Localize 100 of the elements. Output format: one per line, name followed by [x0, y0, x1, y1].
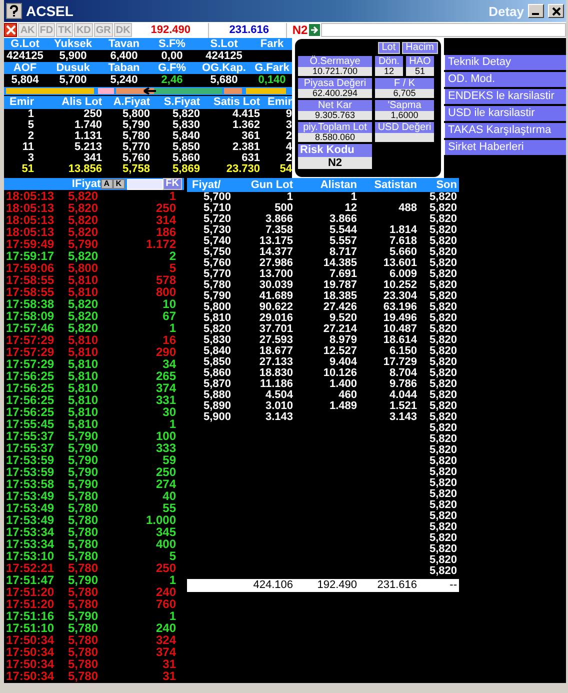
trade-lot: 240: [154, 586, 176, 598]
trade-price: 5,800: [68, 262, 100, 274]
table-cell-text: 361: [240, 131, 260, 142]
table-cell-text: 5,790: [121, 120, 150, 131]
total-cell-text: 192.490: [316, 579, 357, 592]
trade-time: 17:53:58: [6, 478, 56, 490]
column-header[interactable]: Gun Lot: [231, 178, 293, 192]
table-cell-text: 5,820: [428, 566, 457, 577]
trade-price: 5,790: [68, 454, 100, 466]
minimize-button[interactable]: [528, 4, 544, 18]
trade-lot: 250: [154, 562, 176, 574]
trade-lot: 16: [162, 334, 176, 346]
stat-value: 0,140: [257, 74, 287, 86]
trade-time: 17:53:59: [6, 466, 56, 478]
trade-time: 17:50:34: [6, 670, 56, 682]
trade-lot: 345: [154, 526, 176, 538]
field-label: piy.Toplam Lot: [298, 122, 372, 133]
table-cell-text: 4.044: [388, 390, 417, 401]
table-cell-text: 5,710: [202, 203, 231, 214]
trade-time: 17:57:46: [6, 322, 56, 334]
table-cell-text: 5,850: [171, 142, 200, 153]
field-label: Piyasa Değeri: [298, 78, 372, 89]
trade-price: 5,790: [68, 478, 100, 490]
field-value: 51: [406, 67, 434, 76]
column-header[interactable]: Alistan: [293, 178, 357, 192]
table-cell-text: 6.009: [388, 269, 417, 280]
table-cell-text: 5,820: [428, 379, 457, 390]
trade-price: 5,820: [68, 190, 98, 202]
menu-button[interactable]: TAKAS Karşılaştırma: [444, 123, 566, 138]
trade-time: 17:53:49: [6, 514, 56, 526]
filter-button[interactable]: FK: [162, 178, 182, 190]
column-header[interactable]: Satistan: [357, 178, 417, 192]
table-cell-text: 12: [344, 203, 357, 214]
trade-time: 17:58:09: [6, 310, 56, 322]
table-cell-text: 1: [26, 109, 34, 120]
table-cell-text: 5,820: [171, 109, 200, 120]
table-cell-text: 460: [338, 390, 357, 401]
trade-lot: 1.172: [144, 238, 176, 250]
help-icon[interactable]: [6, 3, 22, 19]
trade-price: 5,820: [68, 214, 100, 226]
trade-price: 5,790: [68, 238, 100, 250]
table-cell-text: 1.740: [73, 120, 102, 131]
trade-lot: 400: [154, 538, 176, 550]
trade-price: 5,790: [68, 610, 100, 622]
trade-lot: 240: [154, 622, 176, 634]
menu-button[interactable]: Teknik Detay: [444, 55, 566, 70]
stat-label: Dusuk: [46, 62, 100, 74]
trade-lot: 30: [162, 406, 176, 418]
field-label: F / K: [375, 78, 434, 89]
trade-price: 5,820: [68, 202, 100, 214]
input-field[interactable]: [320, 23, 566, 37]
table-cell-text: 5,820: [428, 203, 457, 214]
table-cell-text: 5,820: [428, 313, 457, 324]
table-cell-text: 5,820: [428, 544, 457, 555]
small-button[interactable]: A: [100, 179, 113, 189]
close-button[interactable]: [4, 23, 18, 37]
table-cell-text: 250: [82, 109, 102, 120]
total-cell-text: 54: [278, 164, 292, 176]
trade-price: 5,810: [68, 334, 100, 346]
trade-price: 5,780: [68, 514, 100, 526]
field-label: Ö.Sermaye: [298, 56, 372, 67]
column-header[interactable]: Fiyat/: [187, 178, 231, 192]
table-cell-text: 9.520: [328, 313, 357, 324]
trade-price: 5,790: [68, 430, 100, 442]
table-cell-text: 5,820: [428, 368, 457, 379]
small-button[interactable]: K: [112, 179, 125, 189]
menu-button[interactable]: Sirket Haberleri: [444, 140, 566, 155]
stat-label: Fark: [252, 38, 292, 50]
table-cell-text: 13.700: [258, 269, 293, 280]
table-cell-text: 8.704: [388, 368, 417, 379]
table-cell-text: 4: [284, 142, 292, 153]
table-cell-text: 5,820: [428, 225, 457, 236]
table-cell-text: 5,830: [202, 335, 231, 346]
table-cell-text: 5,820: [428, 214, 457, 225]
table-cell-text: 2: [26, 131, 34, 142]
table-cell-text: 3: [26, 153, 34, 164]
menu-button[interactable]: ENDEKS le karsilastir: [444, 89, 566, 104]
table-cell-text: 5,760: [202, 258, 231, 269]
table-cell-text: 5,700: [202, 192, 231, 203]
table-cell-text: 5,820: [428, 456, 457, 467]
trade-price: 5,790: [68, 466, 100, 478]
trade-price: 5,810: [68, 358, 100, 370]
trade-lot: 314: [154, 214, 176, 226]
menu-button[interactable]: USD ile karsilastir: [444, 106, 566, 121]
table-cell-text: 5,820: [428, 511, 457, 522]
trade-price: 5,820: [68, 250, 100, 262]
toggle-button[interactable]: Lot: [378, 42, 400, 54]
trade-lot: 186: [154, 226, 176, 238]
toggle-button[interactable]: Hacim: [402, 42, 438, 54]
stat-value: 5,900: [58, 50, 88, 62]
column-header[interactable]: Son: [417, 178, 457, 192]
trade-price: 5,780: [68, 634, 100, 646]
trade-lot: 31: [162, 658, 176, 670]
menu-button[interactable]: OD. Mod.: [444, 72, 566, 87]
table-cell-text: 5,840: [202, 346, 231, 357]
trade-lot: 374: [154, 382, 176, 394]
column-header: Emir: [4, 96, 34, 109]
table-cell-text: 11: [21, 142, 34, 153]
arrow-icon[interactable]: [308, 24, 320, 36]
table-cell-text: 3.143: [264, 412, 293, 423]
